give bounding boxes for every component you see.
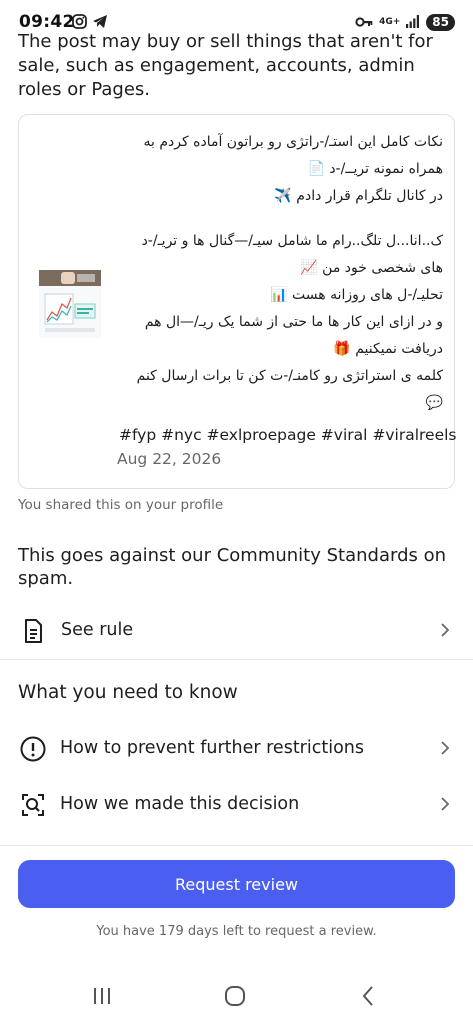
back-icon[interactable] bbox=[353, 984, 383, 1008]
post-caption-line: ک..انا...ل تلگ..رام ما شامل سیـ/—گنال ها… bbox=[141, 233, 443, 249]
document-icon bbox=[19, 617, 47, 645]
post-thumbnail bbox=[39, 270, 101, 338]
post-caption-line: نکات کامل این استـ/-راتژی رو براتون آماد… bbox=[143, 134, 443, 150]
chevron-right-icon bbox=[439, 622, 451, 638]
post-caption-line: های شخصی خود من 📈 bbox=[300, 260, 443, 276]
section-title: What you need to know bbox=[18, 682, 238, 703]
status-time: 09:42 bbox=[19, 12, 75, 32]
chevron-right-icon bbox=[439, 796, 451, 812]
post-caption-line: دریافت نمیکنیم 🎁 bbox=[333, 341, 443, 357]
post-caption-line: در کانال تلگرام قرار دادم ✈️ bbox=[274, 188, 443, 204]
decision-info-row[interactable]: How we made this decision bbox=[0, 777, 473, 831]
restriction-reason-text: The post may buy or sell things that are… bbox=[18, 31, 433, 100]
battery-indicator: 85 bbox=[426, 14, 455, 31]
system-navigation-bar bbox=[0, 970, 473, 1024]
recent-apps-icon[interactable] bbox=[87, 984, 117, 1008]
post-caption-line: و در ازای این کار ها ما حتی از شما یک ری… bbox=[144, 314, 443, 330]
review-deadline-note: You have 179 days left to request a revi… bbox=[96, 924, 377, 939]
search-document-icon bbox=[19, 791, 47, 819]
post-caption: نکات کامل این استـ/-راتژی رو براتون آماد… bbox=[115, 129, 443, 417]
post-hashtags: #fyp #nyc #exlproepage #viral #viralreel… bbox=[119, 426, 457, 444]
divider bbox=[0, 845, 473, 846]
prevent-restrictions-row[interactable]: How to prevent further restrictions bbox=[0, 721, 473, 775]
see-rule-label: See rule bbox=[61, 620, 134, 640]
divider bbox=[0, 659, 473, 660]
home-icon[interactable] bbox=[220, 984, 250, 1008]
post-caption-line: تحلیـ/-ل های روزانه هست 📊 bbox=[270, 287, 443, 303]
post-caption-line: کلمه ی استراتژی رو کامنـ/-ت کن تا برات ا… bbox=[136, 368, 443, 384]
alert-circle-icon bbox=[19, 735, 47, 763]
chevron-right-icon bbox=[439, 740, 451, 756]
post-date: Aug 22, 2026 bbox=[117, 450, 222, 468]
shared-note: You shared this on your profile bbox=[18, 497, 224, 513]
prevent-restrictions-label: How to prevent further restrictions bbox=[60, 738, 364, 758]
request-review-button[interactable]: Request review bbox=[18, 860, 455, 908]
decision-info-label: How we made this decision bbox=[60, 794, 300, 814]
network-type: 4G+ bbox=[379, 17, 401, 27]
see-rule-row[interactable]: See rule bbox=[0, 603, 473, 657]
community-standards-text: This goes against our Community Standard… bbox=[18, 545, 447, 589]
post-preview-card: نکات کامل این استـ/-راتژی رو براتون آماد… bbox=[18, 114, 457, 489]
post-caption-line: همراه نمونه تریــ/-د 📄 bbox=[307, 161, 443, 177]
post-caption-line: 💬 bbox=[425, 395, 443, 411]
